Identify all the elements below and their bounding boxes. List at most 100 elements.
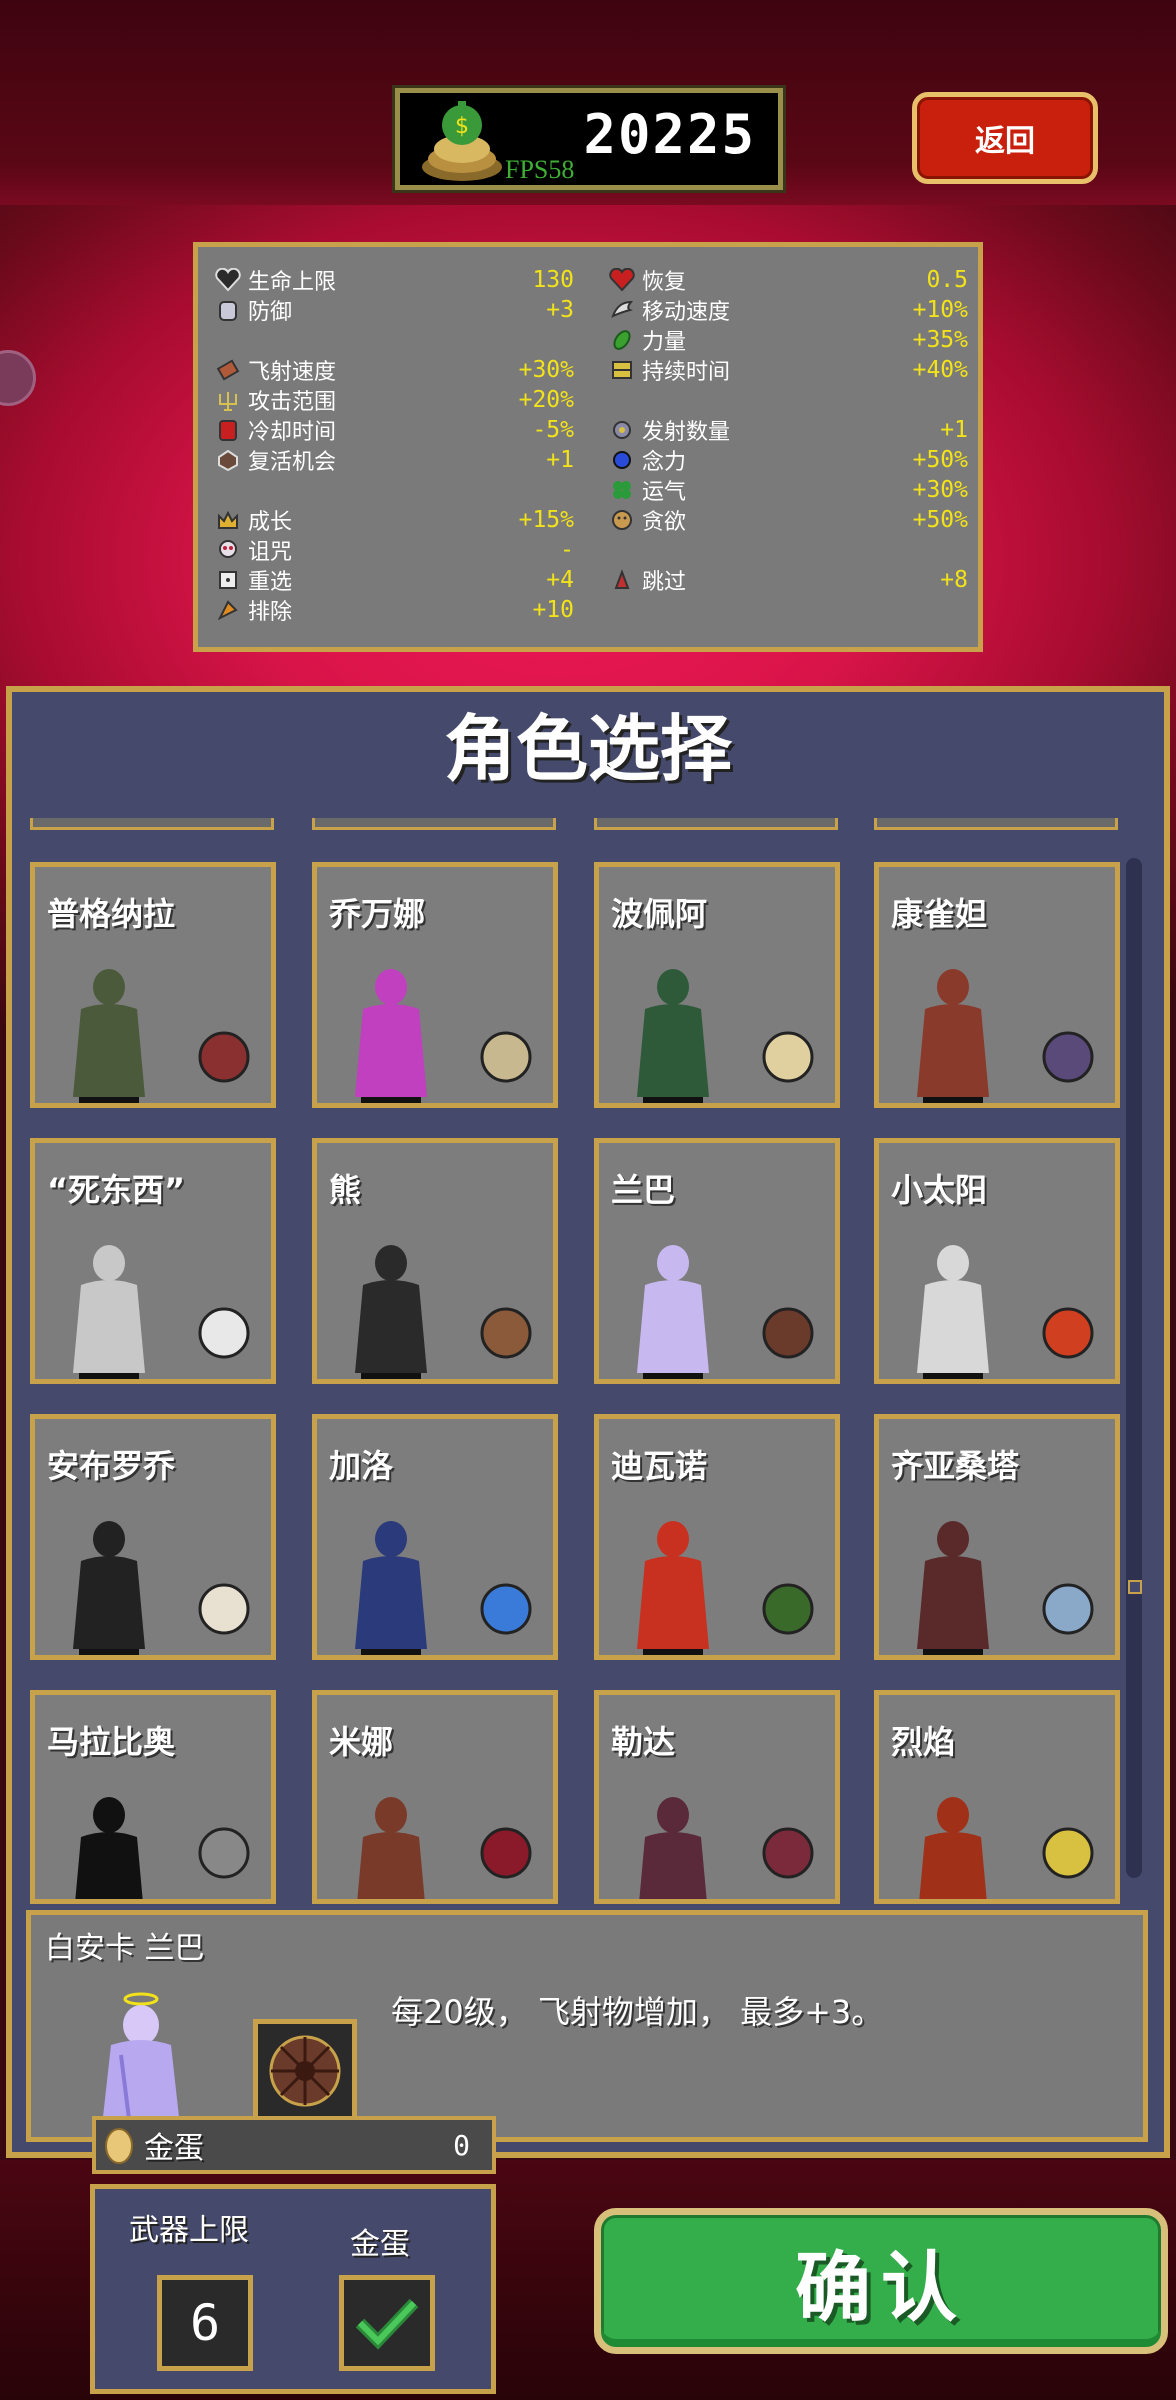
character-name: 乔万娜 xyxy=(329,895,426,933)
row-stub xyxy=(30,818,274,830)
character-card[interactable]: 乔万娜 xyxy=(312,862,558,1108)
coin-bag-icon: $ xyxy=(422,101,502,181)
character-name: 加洛 xyxy=(329,1447,394,1485)
tome-icon xyxy=(214,416,242,444)
stat-armor: 防御 +3 xyxy=(214,295,574,325)
character-sprite xyxy=(355,1521,427,1655)
golden-egg-option-label: 金蛋 xyxy=(350,2227,410,2262)
character-card[interactable]: “死东西” xyxy=(30,1138,276,1384)
crown-icon xyxy=(214,506,242,534)
greed-icon xyxy=(608,506,636,534)
character-name: 波佩阿 xyxy=(611,895,708,933)
character-card[interactable]: 安布罗乔 xyxy=(30,1414,276,1660)
starting-weapon-icon xyxy=(1042,1307,1094,1359)
character-card[interactable]: 马拉比奥 xyxy=(30,1690,276,1904)
side-tab[interactable] xyxy=(0,350,36,406)
character-sprite xyxy=(73,969,145,1103)
character-card[interactable]: 熊 xyxy=(312,1138,558,1384)
banish-icon xyxy=(214,596,242,624)
character-sprite xyxy=(917,1521,989,1655)
character-card[interactable]: 兰巴 xyxy=(594,1138,840,1384)
starting-weapon-icon xyxy=(480,1583,532,1635)
row-stub xyxy=(312,818,556,830)
stats-panel: 生命上限 130 防御 +3 飞射速度 +30% 攻击范围 +20% 冷却时间 … xyxy=(193,242,983,652)
stat-max-health: 生命上限 130 xyxy=(214,265,574,295)
weapon-limit-label: 武器上限 xyxy=(129,2213,249,2248)
character-name: 小太阳 xyxy=(891,1171,988,1209)
character-name: 迪瓦诺 xyxy=(611,1447,708,1485)
clover-icon xyxy=(608,476,636,504)
stat-area: 攻击范围 +20% xyxy=(214,385,574,415)
character-card[interactable]: 勒达 xyxy=(594,1690,840,1904)
stat-projectile-speed: 飞射速度 +30% xyxy=(214,355,574,385)
stat-growth: 成长 +15% xyxy=(214,505,574,535)
character-sprite xyxy=(917,969,989,1103)
gold-amount: 20225 xyxy=(583,103,756,166)
stat-move-speed: 移动速度 +10% xyxy=(608,295,968,325)
stat-skip: 跳过 +8 xyxy=(608,565,968,595)
confirm-button[interactable]: 确认 xyxy=(594,2208,1168,2354)
character-card[interactable]: 康雀妲 xyxy=(874,862,1120,1108)
starting-weapon-icon xyxy=(1042,1583,1094,1635)
grid-scrollbar[interactable] xyxy=(1126,858,1142,1878)
weapon-limit-selector[interactable]: 6 xyxy=(157,2275,253,2371)
starting-weapon-icon xyxy=(762,1827,814,1879)
character-sprite xyxy=(917,1245,989,1379)
stat-duration: 持续时间 +40% xyxy=(608,355,968,385)
svg-text:$: $ xyxy=(455,114,469,139)
character-name: 康雀妲 xyxy=(891,895,988,933)
character-name: 齐亚桑塔 xyxy=(891,1447,1020,1485)
heart-icon xyxy=(214,266,242,294)
character-card[interactable]: 烈焰 xyxy=(874,1690,1120,1904)
character-sprite xyxy=(73,1521,145,1655)
selected-character-name: 白安卡 兰巴 xyxy=(45,1931,205,1966)
starting-weapon-icon xyxy=(480,1827,532,1879)
golden-egg-checkbox[interactable] xyxy=(339,2275,435,2371)
character-name: 安布罗乔 xyxy=(47,1447,176,1485)
skull-icon xyxy=(214,536,242,564)
character-sprite xyxy=(639,1797,707,1899)
recovery-icon xyxy=(608,266,636,294)
starting-weapon-icon xyxy=(1042,1031,1094,1083)
row-stub xyxy=(874,818,1118,830)
character-sprite xyxy=(919,1797,987,1899)
revival-icon xyxy=(214,446,242,474)
spellbinder-icon xyxy=(608,356,636,384)
character-card[interactable]: 普格纳拉 xyxy=(30,862,276,1108)
character-name: 烈焰 xyxy=(891,1723,956,1761)
character-name: “死东西” xyxy=(47,1171,186,1209)
starting-weapon-icon xyxy=(762,1031,814,1083)
character-name: 兰巴 xyxy=(611,1171,676,1209)
golden-egg-icon xyxy=(105,2128,133,2164)
stat-reroll: 重选 +4 xyxy=(214,565,574,595)
stat-amount: 发射数量 +1 xyxy=(608,415,968,445)
stat-might: 力量 +35% xyxy=(608,325,968,355)
selected-character-description: 每20级， 飞射物增加， 最多+3。 xyxy=(391,1993,884,2031)
scroll-thumb[interactable] xyxy=(1128,1580,1142,1594)
selected-weapon-slot xyxy=(253,2019,357,2123)
candelabra-icon xyxy=(214,386,242,414)
bracer-icon xyxy=(214,356,242,384)
character-name: 普格纳拉 xyxy=(47,895,176,933)
character-card[interactable]: 米娜 xyxy=(312,1690,558,1904)
selected-character-info: 白安卡 兰巴 每20级， 飞射物增加， 最多+3。 xyxy=(26,1910,1148,2142)
character-sprite xyxy=(355,969,427,1103)
row-stub xyxy=(594,818,838,830)
character-card[interactable]: 迪瓦诺 xyxy=(594,1414,840,1660)
character-sprite xyxy=(75,1797,143,1899)
back-button[interactable]: 返回 xyxy=(912,92,1098,184)
starting-weapon-icon xyxy=(198,1031,250,1083)
starting-weapon-icon xyxy=(198,1583,250,1635)
character-card[interactable]: 加洛 xyxy=(312,1414,558,1660)
character-card[interactable]: 齐亚桑塔 xyxy=(874,1414,1120,1660)
starting-weapon-icon xyxy=(480,1031,532,1083)
character-sprite xyxy=(637,969,709,1103)
character-card[interactable]: 波佩阿 xyxy=(594,862,840,1108)
stat-greed: 贪欲 +50% xyxy=(608,505,968,535)
character-card[interactable]: 小太阳 xyxy=(874,1138,1120,1384)
run-options: 武器上限 金蛋 6 xyxy=(90,2184,496,2394)
attractorb-icon xyxy=(608,446,636,474)
stat-magnet: 念力 +50% xyxy=(608,445,968,475)
fps-counter: FPS58 xyxy=(505,155,575,184)
armor-icon xyxy=(214,296,242,324)
